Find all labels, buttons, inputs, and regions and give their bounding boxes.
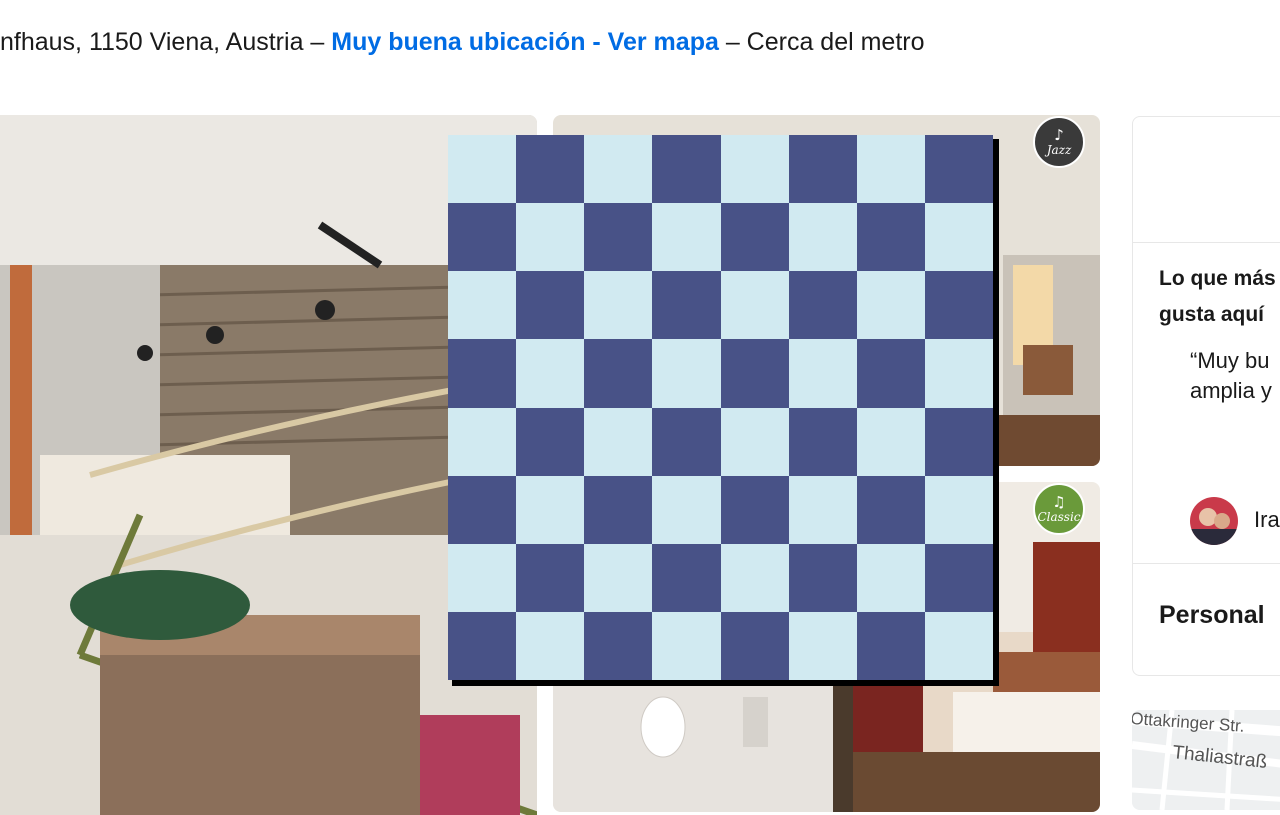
map-thumbnail[interactable]: Ottakringer Str. Thaliastraß (1132, 710, 1280, 810)
chessboard-square (788, 407, 857, 476)
chessboard-square (584, 611, 653, 680)
chessboard-square (448, 203, 517, 272)
chessboard-square (924, 135, 993, 204)
highlights-title: Lo que más gusta aquí (1159, 267, 1276, 326)
chessboard-square (924, 407, 993, 476)
chessboard-square (924, 475, 993, 544)
chessboard-square (516, 271, 585, 340)
show-map-link[interactable]: Muy buena ubicación - Ver mapa (331, 28, 719, 56)
chessboard-square (516, 339, 585, 408)
chessboard-square (652, 339, 721, 408)
chessboard-square (652, 135, 721, 204)
chessboard-square (924, 203, 993, 272)
staff-section-title: Personal (1159, 601, 1265, 629)
chessboard-overlay (448, 135, 999, 686)
chessboard-square (788, 611, 857, 680)
chessboard-square (448, 339, 517, 408)
chessboard-square (448, 611, 517, 680)
address-text: nfhaus, 1150 Viena, Austria – (0, 28, 332, 56)
chessboard-square (720, 339, 789, 408)
chessboard-square (652, 203, 721, 272)
chessboard-square (448, 135, 517, 204)
metro-note: – Cerca del metro (718, 28, 925, 56)
reviewer-avatar (1190, 497, 1238, 545)
chessboard-square (924, 339, 993, 408)
chessboard-square (924, 271, 993, 340)
panel-divider (1133, 242, 1280, 243)
classic-badge: ♫ Classic (1033, 483, 1085, 535)
chessboard-square (856, 475, 925, 544)
chessboard-square (720, 407, 789, 476)
classic-label: Classic (1037, 509, 1081, 524)
chessboard-square (516, 135, 585, 204)
review-quote: “Muy bu amplia y (1190, 348, 1272, 403)
chessboard-square (516, 407, 585, 476)
chessboard-grid (448, 135, 993, 680)
highlights-panel: Lo que más gusta aquí “Muy bu amplia y I… (1132, 116, 1280, 676)
chessboard-square (856, 407, 925, 476)
chessboard-square (720, 135, 789, 204)
chessboard-square (448, 271, 517, 340)
jazz-badge: ♪ Jazz (1033, 116, 1085, 168)
chessboard-square (856, 271, 925, 340)
chessboard-square (856, 543, 925, 612)
chessboard-square (788, 475, 857, 544)
chessboard-square (448, 407, 517, 476)
chessboard-square (720, 203, 789, 272)
chessboard-square (924, 543, 993, 612)
chessboard-square (584, 475, 653, 544)
chessboard-square (856, 203, 925, 272)
chessboard-square (652, 543, 721, 612)
chessboard-square (584, 339, 653, 408)
chessboard-square (516, 543, 585, 612)
chessboard-square (448, 475, 517, 544)
reviewer-name[interactable]: Ira (1254, 507, 1280, 533)
jazz-label: Jazz (1046, 142, 1072, 157)
saxophone-icon: ♪ (1054, 125, 1064, 144)
chessboard-square (788, 339, 857, 408)
chessboard-square (720, 475, 789, 544)
chessboard-square (652, 271, 721, 340)
property-address: nfhaus, 1150 Viena, Austria – Muy buena … (0, 26, 925, 58)
chessboard-square (652, 611, 721, 680)
chessboard-square (856, 611, 925, 680)
gramophone-icon: ♫ (1052, 492, 1066, 511)
chessboard-square (448, 543, 517, 612)
chessboard-square (584, 271, 653, 340)
chessboard-square (516, 611, 585, 680)
chessboard-square (652, 475, 721, 544)
chessboard-square (516, 475, 585, 544)
chessboard-square (924, 611, 993, 680)
chessboard-square (720, 543, 789, 612)
chessboard-square (652, 407, 721, 476)
panel-divider (1133, 563, 1280, 564)
chessboard-square (584, 407, 653, 476)
chessboard-square (856, 339, 925, 408)
chessboard-square (856, 135, 925, 204)
chessboard-square (584, 135, 653, 204)
chessboard-square (788, 135, 857, 204)
chessboard-square (788, 271, 857, 340)
chessboard-square (788, 543, 857, 612)
chessboard-square (720, 611, 789, 680)
chessboard-square (720, 271, 789, 340)
chessboard-square (788, 203, 857, 272)
chessboard-square (584, 543, 653, 612)
chessboard-square (516, 203, 585, 272)
chessboard-square (584, 203, 653, 272)
